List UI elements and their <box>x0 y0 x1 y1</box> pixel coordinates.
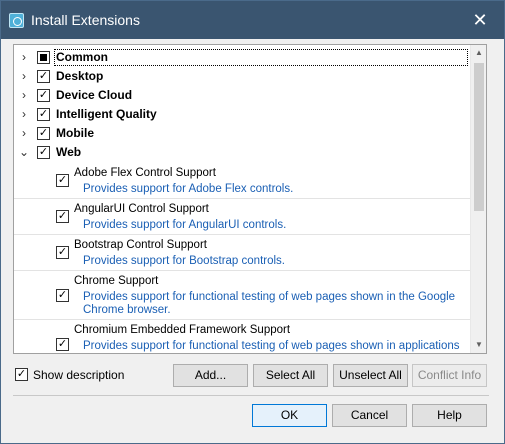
group-checkbox-device-cloud[interactable]: ✓ <box>37 89 50 102</box>
extension-name: Chrome Support <box>74 275 159 287</box>
tree-group-mobile[interactable]: › ✓ Mobile <box>14 124 471 143</box>
extension-item[interactable]: Bootstrap Control Support ✓ Provides sup… <box>14 235 471 271</box>
tree-group-web[interactable]: ⌄ ✓ Web <box>14 143 471 162</box>
extension-description: Provides support for AngularUI controls. <box>83 219 287 231</box>
group-checkbox-common[interactable] <box>37 51 50 64</box>
extension-checkbox[interactable]: ✓ <box>56 246 69 259</box>
extension-name: Bootstrap Control Support <box>74 239 207 251</box>
group-label: Common <box>54 49 468 66</box>
expand-chevron-icon[interactable]: › <box>17 48 31 67</box>
close-icon[interactable]: ✕ <box>460 5 500 35</box>
group-label: Device Cloud <box>56 88 133 102</box>
scroll-up-arrow-icon[interactable]: ▲ <box>471 45 486 61</box>
tree-group-desktop[interactable]: › ✓ Desktop <box>14 67 471 86</box>
extension-name: Adobe Flex Control Support <box>74 167 216 179</box>
expand-chevron-icon[interactable]: › <box>17 67 31 86</box>
tree-group-device-cloud[interactable]: › ✓ Device Cloud <box>14 86 471 105</box>
app-icon <box>9 13 24 28</box>
group-checkbox-intelligent-quality[interactable]: ✓ <box>37 108 50 121</box>
show-description-label[interactable]: Show description <box>33 368 124 382</box>
extension-item[interactable]: AngularUI Control Support ✓ Provides sup… <box>14 199 471 235</box>
extension-description: Provides support for Adobe Flex controls… <box>83 183 294 195</box>
tree-group-intelligent-quality[interactable]: › ✓ Intelligent Quality <box>14 105 471 124</box>
extension-checkbox[interactable]: ✓ <box>56 289 69 302</box>
extension-checkbox[interactable]: ✓ <box>56 210 69 223</box>
install-extensions-dialog: Install Extensions ✕ › Common › ✓ Deskto… <box>0 0 505 444</box>
select-all-button[interactable]: Select All <box>253 364 328 387</box>
extensions-tree[interactable]: › Common › ✓ Desktop › ✓ Device Cloud › … <box>13 44 487 354</box>
cancel-button[interactable]: Cancel <box>332 404 407 427</box>
expand-chevron-icon[interactable]: › <box>17 86 31 105</box>
extension-name: Chromium Embedded Framework Support <box>74 324 291 336</box>
group-label: Desktop <box>56 69 104 83</box>
scroll-down-arrow-icon[interactable]: ▼ <box>471 337 486 353</box>
extension-name: AngularUI Control Support <box>74 203 209 215</box>
extension-item[interactable]: Chromium Embedded Framework Support ✓ Pr… <box>14 320 471 353</box>
collapse-chevron-icon[interactable]: ⌄ <box>17 143 31 162</box>
extension-description: Provides support for functional testing … <box>83 340 460 352</box>
group-checkbox-desktop[interactable]: ✓ <box>37 70 50 83</box>
expand-chevron-icon[interactable]: › <box>17 105 31 124</box>
group-label: Mobile <box>56 126 94 140</box>
extension-item[interactable]: Chrome Support ✓ Provides support for fu… <box>14 271 471 320</box>
group-label: Intelligent Quality <box>56 107 157 121</box>
help-button[interactable]: Help <box>412 404 487 427</box>
unselect-all-button[interactable]: Unselect All <box>333 364 408 387</box>
extension-item[interactable]: Adobe Flex Control Support ✓ Provides su… <box>14 163 471 199</box>
group-label: Web <box>56 145 82 159</box>
group-checkbox-web[interactable]: ✓ <box>37 146 50 159</box>
scrollbar-thumb[interactable] <box>474 63 484 211</box>
tree-group-common[interactable]: › Common <box>14 48 471 67</box>
title-bar: Install Extensions ✕ <box>1 1 504 39</box>
extension-checkbox[interactable]: ✓ <box>56 174 69 187</box>
extension-description: Provides support for functional testing … <box>83 291 456 316</box>
add-button[interactable]: Add... <box>173 364 248 387</box>
footer-separator <box>13 395 489 396</box>
ok-button[interactable]: OK <box>252 404 327 427</box>
conflict-info-button[interactable]: Conflict Info <box>412 364 487 387</box>
group-checkbox-mobile[interactable]: ✓ <box>37 127 50 140</box>
extension-description: Provides support for Bootstrap controls. <box>83 255 285 267</box>
show-description-checkbox[interactable]: ✓ <box>15 368 28 381</box>
extension-checkbox[interactable]: ✓ <box>56 338 69 351</box>
expand-chevron-icon[interactable]: › <box>17 124 31 143</box>
vertical-scrollbar[interactable]: ▲ ▼ <box>470 45 486 353</box>
window-title: Install Extensions <box>31 12 140 28</box>
